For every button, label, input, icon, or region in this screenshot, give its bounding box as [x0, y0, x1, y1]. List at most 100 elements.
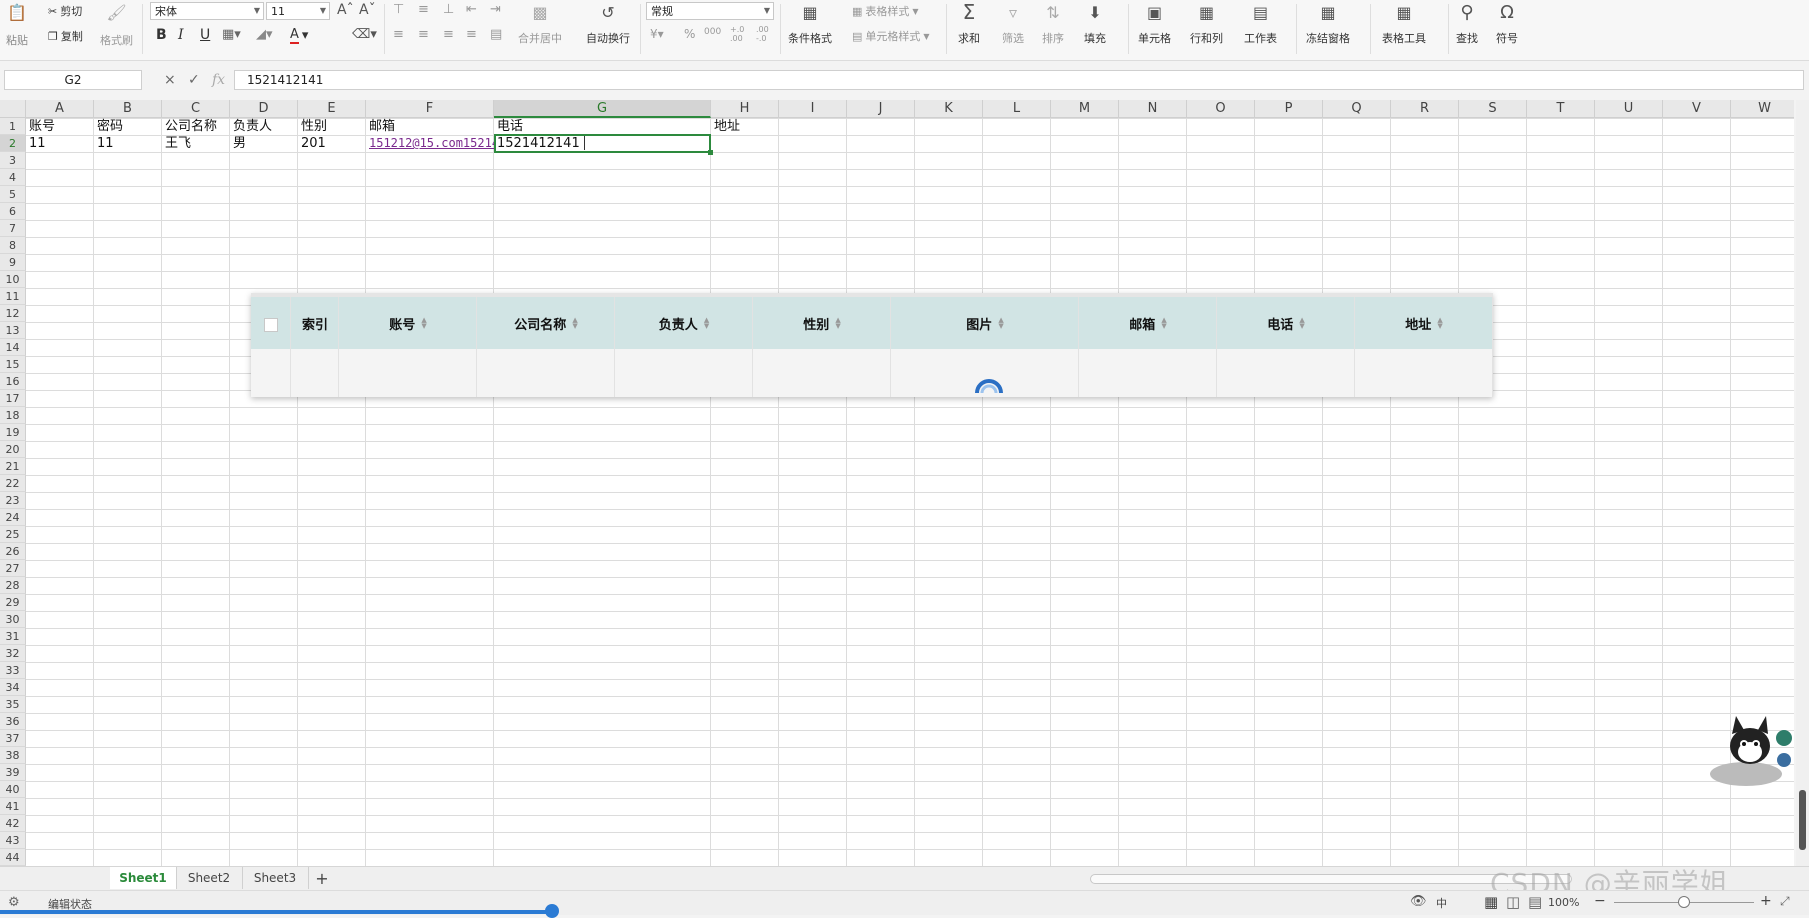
row-header-16[interactable]: 16 — [0, 373, 26, 390]
fill-button[interactable]: ⬇ 填充 — [1084, 2, 1106, 46]
align-bottom-button[interactable]: ⊥ — [443, 2, 454, 17]
row-header-7[interactable]: 7 — [0, 220, 26, 237]
page-layout-icon[interactable]: ◫ — [1506, 893, 1520, 911]
zoom-in-icon[interactable]: + — [1760, 893, 1772, 909]
sheet-tab-1[interactable]: Sheet1 — [110, 867, 177, 889]
border-button[interactable]: ▦▾ — [222, 27, 241, 42]
conditional-format-button[interactable]: ▦ 条件格式 — [788, 2, 832, 46]
filter-button[interactable]: ▿ 筛选 — [1002, 2, 1024, 46]
indent-increase-button[interactable]: ⇥ — [490, 2, 501, 17]
row-header-21[interactable]: 21 — [0, 458, 26, 475]
sort-icon[interactable]: ▲ ▼ — [1161, 317, 1166, 330]
row-header-31[interactable]: 31 — [0, 628, 26, 645]
row-header-29[interactable]: 29 — [0, 594, 26, 611]
column-header-b[interactable]: B — [94, 100, 162, 118]
column-header-q[interactable]: Q — [1323, 100, 1391, 118]
row-header-15[interactable]: 15 — [0, 356, 26, 373]
header-cell-b[interactable]: 密码 — [94, 118, 162, 135]
active-cell-g2[interactable]: 1521412141 — [494, 134, 711, 153]
column-header-w[interactable]: W — [1731, 100, 1794, 118]
column-header-l[interactable]: L — [983, 100, 1051, 118]
column-header-k[interactable]: K — [915, 100, 983, 118]
row-header-39[interactable]: 39 — [0, 764, 26, 781]
header-cell-e[interactable]: 性别 — [298, 118, 366, 135]
decrease-font-button[interactable]: Aˇ — [359, 2, 376, 18]
preview-column-header[interactable]: 电话 ▲ ▼ — [1217, 297, 1355, 349]
underline-button[interactable]: U — [200, 27, 210, 43]
header-cell-d[interactable]: 负责人 — [230, 118, 298, 135]
data-cell-b[interactable]: 11 — [94, 135, 162, 152]
preview-column-header[interactable]: 公司名称 ▲ ▼ — [477, 297, 615, 349]
spreadsheet-grid[interactable]: ABCDEFGHIJKLMNOPQRSTUVW 1 2 3 4 5 6 7 8 9 10 11 12 1… — [0, 100, 1794, 866]
table-style-button[interactable]: ▦ 表格样式 ▼ — [852, 3, 919, 19]
row-header-13[interactable]: 13 — [0, 322, 26, 339]
row-header-36[interactable]: 36 — [0, 713, 26, 730]
indent-decrease-button[interactable]: ⇤ — [466, 2, 477, 17]
row-header-25[interactable]: 25 — [0, 526, 26, 543]
sort-icon[interactable]: ▲ ▼ — [835, 317, 840, 330]
preview-column-header[interactable]: 账号 ▲ ▼ — [339, 297, 477, 349]
column-header-e[interactable]: E — [298, 100, 366, 118]
header-cell-c[interactable]: 公司名称 — [162, 118, 230, 135]
row-header-12[interactable]: 12 — [0, 305, 26, 322]
decrease-decimal-button[interactable]: .00 -.0 — [756, 25, 769, 43]
data-cell-a[interactable]: 11 — [26, 135, 94, 152]
header-cell-g[interactable]: 电话 — [494, 118, 711, 135]
wrap-text-button[interactable]: ↺ 自动换行 — [586, 2, 630, 46]
row-header-23[interactable]: 23 — [0, 492, 26, 509]
row-header-18[interactable]: 18 — [0, 407, 26, 424]
percent-button[interactable]: % — [684, 27, 695, 41]
freeze-panes-button[interactable]: ▦ 冻结窗格 — [1306, 2, 1350, 46]
preview-column-header[interactable]: 图片 ▲ ▼ — [891, 297, 1079, 349]
row-header-6[interactable]: 6 — [0, 203, 26, 220]
header-cell-h[interactable]: 地址 — [711, 118, 779, 135]
row-header-42[interactable]: 42 — [0, 815, 26, 832]
column-header-a[interactable]: A — [26, 100, 94, 118]
number-format-select[interactable]: 常规 ▼ — [646, 2, 774, 20]
row-header-4[interactable]: 4 — [0, 169, 26, 186]
select-all-corner[interactable] — [0, 100, 26, 118]
fullscreen-icon[interactable]: ⤢ — [1780, 894, 1790, 909]
column-header-u[interactable]: U — [1595, 100, 1663, 118]
merge-center-button[interactable]: ▩ 合并居中 — [518, 2, 562, 46]
row-header-9[interactable]: 9 — [0, 254, 26, 271]
sort-icon[interactable]: ▲ ▼ — [1437, 317, 1442, 330]
fx-icon[interactable]: fx — [212, 72, 225, 88]
row-header-22[interactable]: 22 — [0, 475, 26, 492]
row-header-14[interactable]: 14 — [0, 339, 26, 356]
column-header-m[interactable]: M — [1051, 100, 1119, 118]
cells-button[interactable]: ▣ 单元格 — [1138, 2, 1171, 46]
row-header-37[interactable]: 37 — [0, 730, 26, 747]
row-header-32[interactable]: 32 — [0, 645, 26, 662]
column-header-p[interactable]: P — [1255, 100, 1323, 118]
column-header-v[interactable]: V — [1663, 100, 1731, 118]
fill-handle[interactable] — [708, 150, 713, 155]
input-method[interactable]: 中 — [1436, 895, 1447, 911]
page-break-icon[interactable]: ▤ — [1528, 893, 1542, 911]
scroll-thumb[interactable] — [1799, 790, 1806, 850]
row-header-10[interactable]: 10 — [0, 271, 26, 288]
column-header-s[interactable]: S — [1459, 100, 1527, 118]
row-header-17[interactable]: 17 — [0, 390, 26, 407]
row-header-28[interactable]: 28 — [0, 577, 26, 594]
sort-button[interactable]: ⇅ 排序 — [1042, 2, 1064, 46]
column-header-t[interactable]: T — [1527, 100, 1595, 118]
sort-icon[interactable]: ▲ ▼ — [704, 317, 709, 330]
column-header-f[interactable]: F — [366, 100, 494, 118]
justify-button[interactable]: ≡ — [466, 27, 477, 42]
row-header-24[interactable]: 24 — [0, 509, 26, 526]
paste-button[interactable]: 📋 粘贴 — [6, 2, 28, 48]
header-cell-f[interactable]: 邮箱 — [366, 118, 494, 135]
sort-icon[interactable]: ▲ ▼ — [572, 317, 577, 330]
vertical-scrollbar[interactable] — [1796, 100, 1809, 866]
row-header-3[interactable]: 3 — [0, 152, 26, 169]
preview-column-header[interactable]: 性别 ▲ ▼ — [753, 297, 891, 349]
sheet-tab-2[interactable]: Sheet2 — [176, 867, 243, 889]
worksheet-button[interactable]: ▤ 工作表 — [1244, 2, 1277, 46]
font-color-button[interactable]: A ▾ — [290, 27, 308, 44]
align-left-button[interactable]: ≡ — [393, 27, 404, 42]
sheet-tab-3[interactable]: Sheet3 — [242, 867, 309, 889]
preview-column-header[interactable]: 索引 — [291, 297, 339, 349]
align-middle-button[interactable]: ≡ — [418, 2, 429, 17]
data-cell-d[interactable]: 男 — [230, 135, 298, 152]
